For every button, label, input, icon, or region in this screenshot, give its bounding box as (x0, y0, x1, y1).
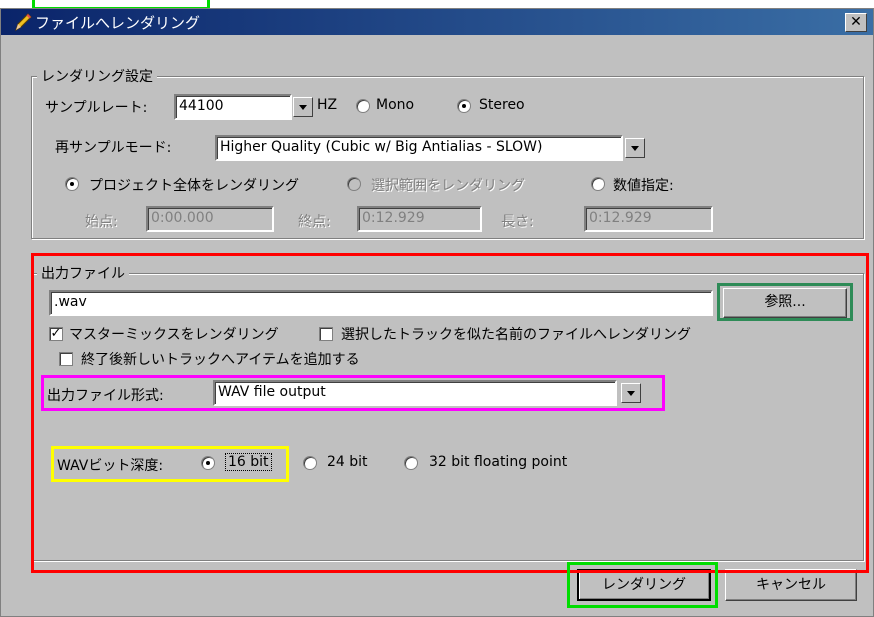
render-dialog: ファイルへレンダリング ✕ レンダリング設定 サンプルレート: 44100 HZ… (0, 8, 874, 617)
browse-button[interactable]: 参照... (723, 288, 847, 318)
close-icon: ✕ (850, 14, 862, 30)
output-format-dropdown-button[interactable] (621, 383, 641, 403)
start-field[interactable]: 0:00.000 (146, 206, 274, 232)
bit-32-label: 32 bit floating point (429, 454, 568, 470)
bit-24-radio[interactable] (303, 456, 317, 470)
close-button[interactable]: ✕ (845, 13, 867, 32)
sample-rate-dropdown-button[interactable] (293, 97, 313, 117)
sample-rate-label: サンプルレート: (45, 100, 148, 116)
bit-16-radio[interactable] (201, 456, 215, 470)
output-format-label: 出力ファイル形式: (47, 388, 164, 404)
bit-24-label: 24 bit (327, 454, 368, 470)
end-field[interactable]: 0:12.929 (357, 206, 482, 232)
numeric-range-label: 数値指定: (613, 178, 674, 194)
resample-mode-select[interactable]: Higher Quality (Cubic w/ Big Antialias -… (215, 135, 623, 161)
pencil-icon (15, 13, 32, 32)
bit-32-radio[interactable] (404, 456, 418, 470)
add-items-checkbox[interactable] (59, 352, 73, 366)
selected-tracks-label: 選択したトラックを似た名前のファイルへレンダリング (341, 327, 691, 343)
master-mix-checkbox[interactable]: ✓ (49, 327, 63, 341)
mono-radio[interactable] (356, 99, 370, 113)
numeric-range-radio[interactable] (591, 177, 605, 191)
stereo-radio[interactable] (457, 99, 471, 113)
output-format-select[interactable]: WAV file output (213, 380, 617, 406)
stereo-label: Stereo (479, 97, 525, 113)
bit-16-label: 16 bit (225, 453, 272, 471)
render-button[interactable]: レンダリング (577, 569, 711, 601)
render-settings-legend: レンダリング設定 (37, 66, 157, 86)
render-project-radio[interactable] (65, 177, 79, 191)
master-mix-label: マスターミックスをレンダリング (69, 327, 279, 343)
output-filename-input[interactable]: .wav (49, 290, 713, 316)
window-title: ファイルへレンダリング (35, 14, 201, 32)
add-items-label: 終了後新しいトラックへアイテムを追加する (81, 352, 360, 368)
resample-mode-label: 再サンプルモード: (55, 140, 172, 156)
checkmark-icon: ✓ (50, 326, 62, 341)
length-label: 長さ: (501, 214, 534, 230)
end-label: 終点: (298, 214, 331, 230)
hz-label: HZ (317, 97, 338, 113)
render-project-label: プロジェクト全体をレンダリング (89, 178, 299, 194)
length-field[interactable]: 0:12.929 (584, 206, 713, 232)
cancel-button[interactable]: キャンセル (725, 569, 857, 601)
title-bar[interactable]: ファイルへレンダリング ✕ (1, 9, 873, 35)
render-selection-radio[interactable] (347, 177, 361, 191)
output-file-legend: 出力ファイル (37, 263, 129, 283)
start-label: 始点: (85, 214, 118, 230)
bit-depth-label: WAVビット深度: (57, 458, 164, 474)
resample-mode-dropdown-button[interactable] (625, 138, 645, 158)
mono-label: Mono (376, 97, 415, 113)
selected-tracks-checkbox[interactable] (319, 327, 333, 341)
sample-rate-input[interactable]: 44100 (174, 94, 292, 120)
render-selection-label: 選択範囲をレンダリング (371, 178, 525, 194)
